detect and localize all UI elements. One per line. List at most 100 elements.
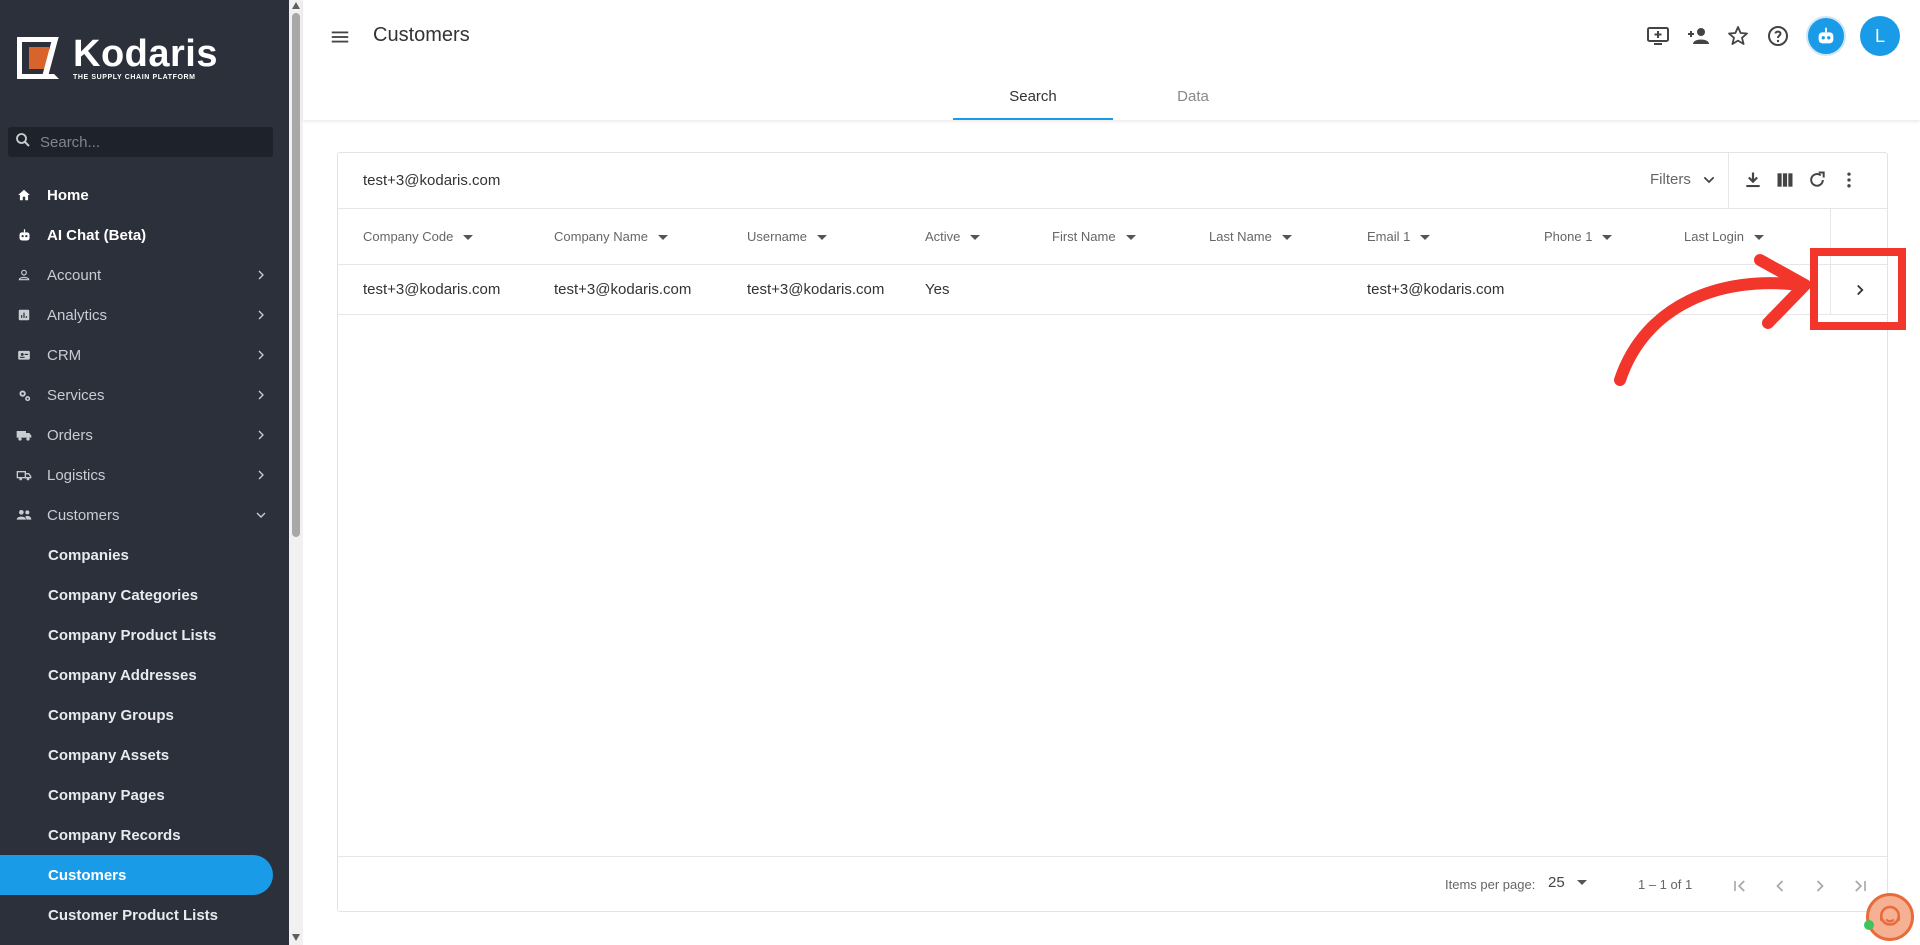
sidebar-item-account[interactable]: Account — [0, 255, 289, 295]
sidebar-search[interactable] — [8, 127, 273, 157]
robot-icon[interactable] — [1806, 16, 1846, 56]
column-header-email-1[interactable]: Email 1 — [1367, 229, 1431, 244]
column-header-last-name[interactable]: Last Name — [1209, 229, 1292, 244]
scroll-down-arrow-icon[interactable] — [292, 934, 300, 941]
sort-arrow-icon[interactable] — [1602, 235, 1613, 240]
cell-username: test+3@kodaris.com — [747, 281, 885, 298]
download-icon[interactable] — [1742, 169, 1764, 191]
more-vert-icon[interactable] — [1838, 169, 1860, 191]
refresh-icon[interactable] — [1806, 169, 1828, 191]
sidebar-item-ai-chat[interactable]: AI Chat (Beta) — [0, 215, 289, 255]
column-header-last-login[interactable]: Last Login — [1684, 229, 1764, 244]
top-header: Customers L Search Data — [303, 0, 1920, 120]
sort-arrow-icon[interactable] — [970, 235, 981, 240]
home-icon — [16, 187, 32, 203]
avatar[interactable]: L — [1860, 16, 1900, 56]
shipping-icon — [16, 467, 32, 483]
sidebar-subitem-customers[interactable]: Customers — [0, 855, 273, 895]
sidebar-subitem-company-records[interactable]: Company Records — [0, 815, 289, 855]
online-status-dot — [1864, 920, 1874, 930]
table-toolbar: test+3@kodaris.com Filters — [338, 153, 1887, 209]
sidebar-item-analytics[interactable]: Analytics — [0, 295, 289, 335]
first-page-icon[interactable] — [1728, 874, 1752, 898]
items-per-page-select[interactable]: 25 — [1548, 874, 1587, 891]
contact-card-icon — [16, 347, 32, 363]
chevron-right-icon — [253, 387, 269, 403]
star-icon[interactable] — [1726, 24, 1750, 48]
cell-company-code: test+3@kodaris.com — [363, 281, 501, 298]
gears-icon — [16, 387, 32, 403]
sidebar-item-home[interactable]: Home — [0, 175, 289, 215]
chevron-right-icon — [253, 267, 269, 283]
sidebar-subitem-company-groups[interactable]: Company Groups — [0, 695, 289, 735]
tab-bar: Search Data — [953, 72, 1273, 120]
sidebar-subitem-company-assets[interactable]: Company Assets — [0, 735, 289, 775]
chevron-right-icon — [253, 427, 269, 443]
column-header-company-code[interactable]: Company Code — [363, 229, 474, 244]
sidebar-scrollbar[interactable] — [289, 0, 303, 945]
truck-icon — [16, 427, 32, 443]
columns-icon[interactable] — [1774, 169, 1796, 191]
sidebar-item-label: Customers — [47, 506, 120, 524]
column-header-username[interactable]: Username — [747, 229, 827, 244]
sidebar-subitem-company-addresses[interactable]: Company Addresses — [0, 655, 289, 695]
sort-arrow-icon[interactable] — [816, 235, 827, 240]
items-per-page-label: Items per page: — [1445, 877, 1536, 892]
sidebar-item-label: AI Chat (Beta) — [47, 226, 147, 244]
kodaris-logo-mark — [17, 37, 59, 79]
sidebar-subitem-customer-product-lists[interactable]: Customer Product Lists — [0, 895, 289, 935]
add-person-icon[interactable] — [1686, 24, 1710, 48]
sidebar-subitem-companies[interactable]: Companies — [0, 535, 289, 575]
scroll-up-arrow-icon[interactable] — [292, 2, 300, 9]
sidebar-item-crm[interactable]: CRM — [0, 335, 289, 375]
filters-button[interactable]: Filters — [1650, 171, 1717, 188]
sidebar-subitem-company-product-lists[interactable]: Company Product Lists — [0, 615, 289, 655]
tab-data[interactable]: Data — [1113, 72, 1273, 120]
chevron-down-icon — [1703, 176, 1715, 183]
sort-arrow-icon[interactable] — [1281, 235, 1292, 240]
column-header-active[interactable]: Active — [925, 229, 981, 244]
last-page-icon[interactable] — [1848, 874, 1872, 898]
sidebar-search-input[interactable] — [40, 133, 260, 151]
robot-icon — [16, 227, 32, 243]
sort-arrow-icon[interactable] — [1754, 235, 1764, 240]
chat-agent-icon — [1880, 905, 1900, 926]
sidebar-item-label: Logistics — [47, 466, 106, 484]
sidebar-item-logistics[interactable]: Logistics — [0, 455, 289, 495]
chevron-right-icon — [253, 307, 269, 323]
sort-arrow-icon[interactable] — [1420, 235, 1431, 240]
column-header-phone-1[interactable]: Phone 1 — [1544, 229, 1613, 244]
sidebar-item-label: Orders — [47, 426, 93, 444]
header-actions: L — [1630, 16, 1900, 56]
tab-search[interactable]: Search — [953, 72, 1113, 120]
column-header-first-name[interactable]: First Name — [1052, 229, 1136, 244]
sidebar-nav: Home AI Chat (Beta) Account Analytics CR… — [0, 175, 289, 935]
sidebar-subitem-company-categories[interactable]: Company Categories — [0, 575, 289, 615]
previous-page-icon[interactable] — [1768, 874, 1792, 898]
hamburger-menu-icon[interactable] — [329, 26, 351, 48]
scrollbar-thumb[interactable] — [292, 13, 300, 537]
dropdown-arrow-icon — [1576, 880, 1587, 885]
add-screen-icon[interactable] — [1646, 24, 1670, 48]
sidebar-item-orders[interactable]: Orders — [0, 415, 289, 455]
annotation-highlight-box — [1810, 248, 1906, 330]
sidebar-item-customers[interactable]: Customers — [0, 495, 289, 535]
sidebar-item-label: Home — [47, 186, 89, 204]
brand-tagline: THE SUPPLY CHAIN PLATFORM — [73, 74, 196, 81]
sidebar-item-label: Account — [47, 266, 102, 284]
next-page-icon[interactable] — [1808, 874, 1832, 898]
sort-arrow-icon[interactable] — [657, 235, 668, 240]
cell-email-1: test+3@kodaris.com — [1367, 281, 1505, 298]
support-chat-button[interactable] — [1866, 893, 1914, 941]
sidebar-subitem-company-pages[interactable]: Company Pages — [0, 775, 289, 815]
column-header-company-name[interactable]: Company Name — [554, 229, 668, 244]
sidebar-item-services[interactable]: Services — [0, 375, 289, 415]
kodaris-logo[interactable]: Kodaris THE SUPPLY CHAIN PLATFORM — [17, 34, 218, 82]
sort-arrow-icon[interactable] — [463, 235, 474, 240]
search-query[interactable]: test+3@kodaris.com — [363, 172, 500, 189]
sidebar-item-label: Analytics — [47, 306, 108, 324]
help-icon[interactable] — [1766, 24, 1790, 48]
sort-arrow-icon[interactable] — [1125, 235, 1136, 240]
cell-company-name: test+3@kodaris.com — [554, 281, 692, 298]
search-icon — [14, 131, 32, 154]
